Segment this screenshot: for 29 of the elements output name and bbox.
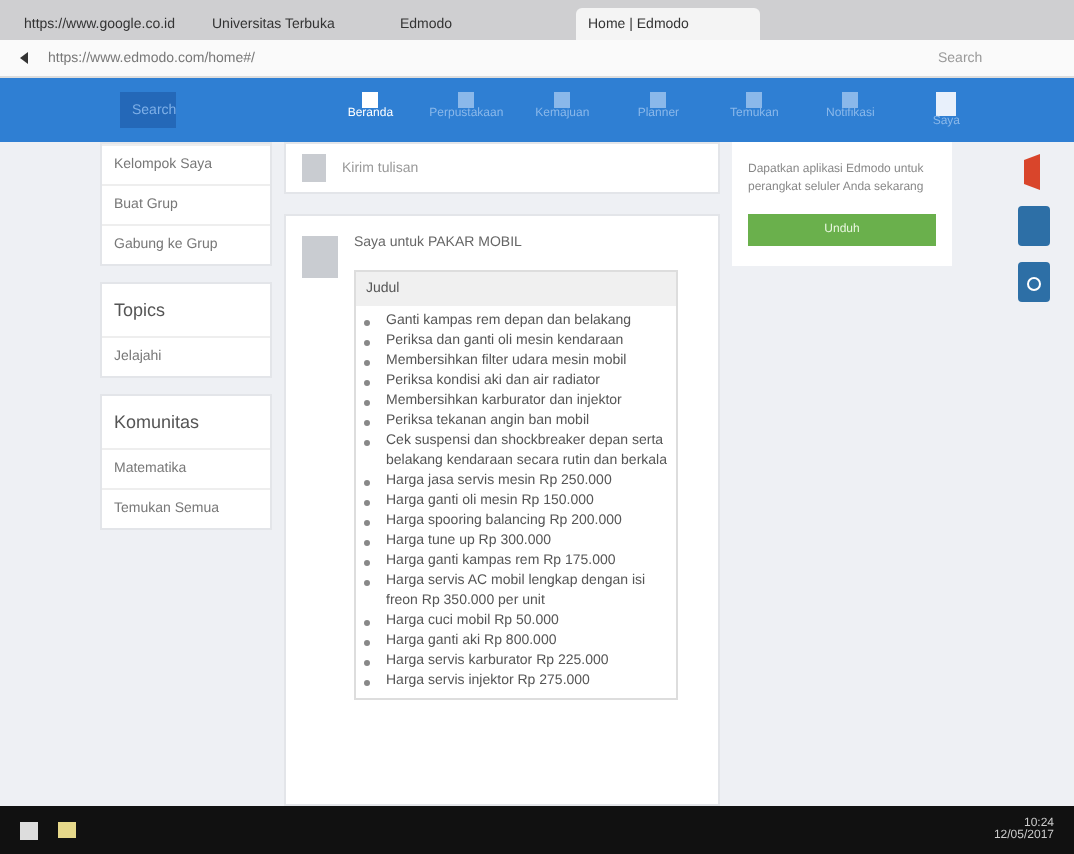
bullet-icon: [364, 540, 370, 546]
square-icon: [458, 92, 475, 108]
square-icon: [554, 92, 571, 108]
bullet-icon: [364, 420, 370, 426]
bullet-icon: [364, 660, 370, 666]
bullet-icon: [364, 500, 370, 506]
square-icon: [842, 92, 859, 108]
profile-icon: [936, 92, 957, 116]
search-icon: [1018, 262, 1050, 302]
bullet-icon: [364, 520, 370, 526]
bullet-icon: [364, 640, 370, 646]
avatar-icon: [302, 236, 338, 278]
bullet-icon: [364, 360, 370, 366]
square-icon: [362, 92, 379, 108]
bullet-icon: [364, 580, 370, 586]
bullet-icon: [364, 560, 370, 566]
square-icon: [746, 92, 763, 108]
sidebar-heading: Komunitas: [112, 410, 202, 436]
bullet-icon: [364, 320, 370, 326]
bullet-icon: [364, 340, 370, 346]
sidebar-heading: Topics: [112, 298, 168, 324]
bullet-icon: [364, 620, 370, 626]
bullet-icon: [364, 380, 370, 386]
square-icon: [650, 92, 667, 108]
bullet-icon: [364, 480, 370, 486]
back-icon[interactable]: [16, 50, 32, 66]
bullet-icon: [364, 400, 370, 406]
bullet-icon: [364, 680, 370, 686]
bullet-icon: [364, 440, 370, 446]
